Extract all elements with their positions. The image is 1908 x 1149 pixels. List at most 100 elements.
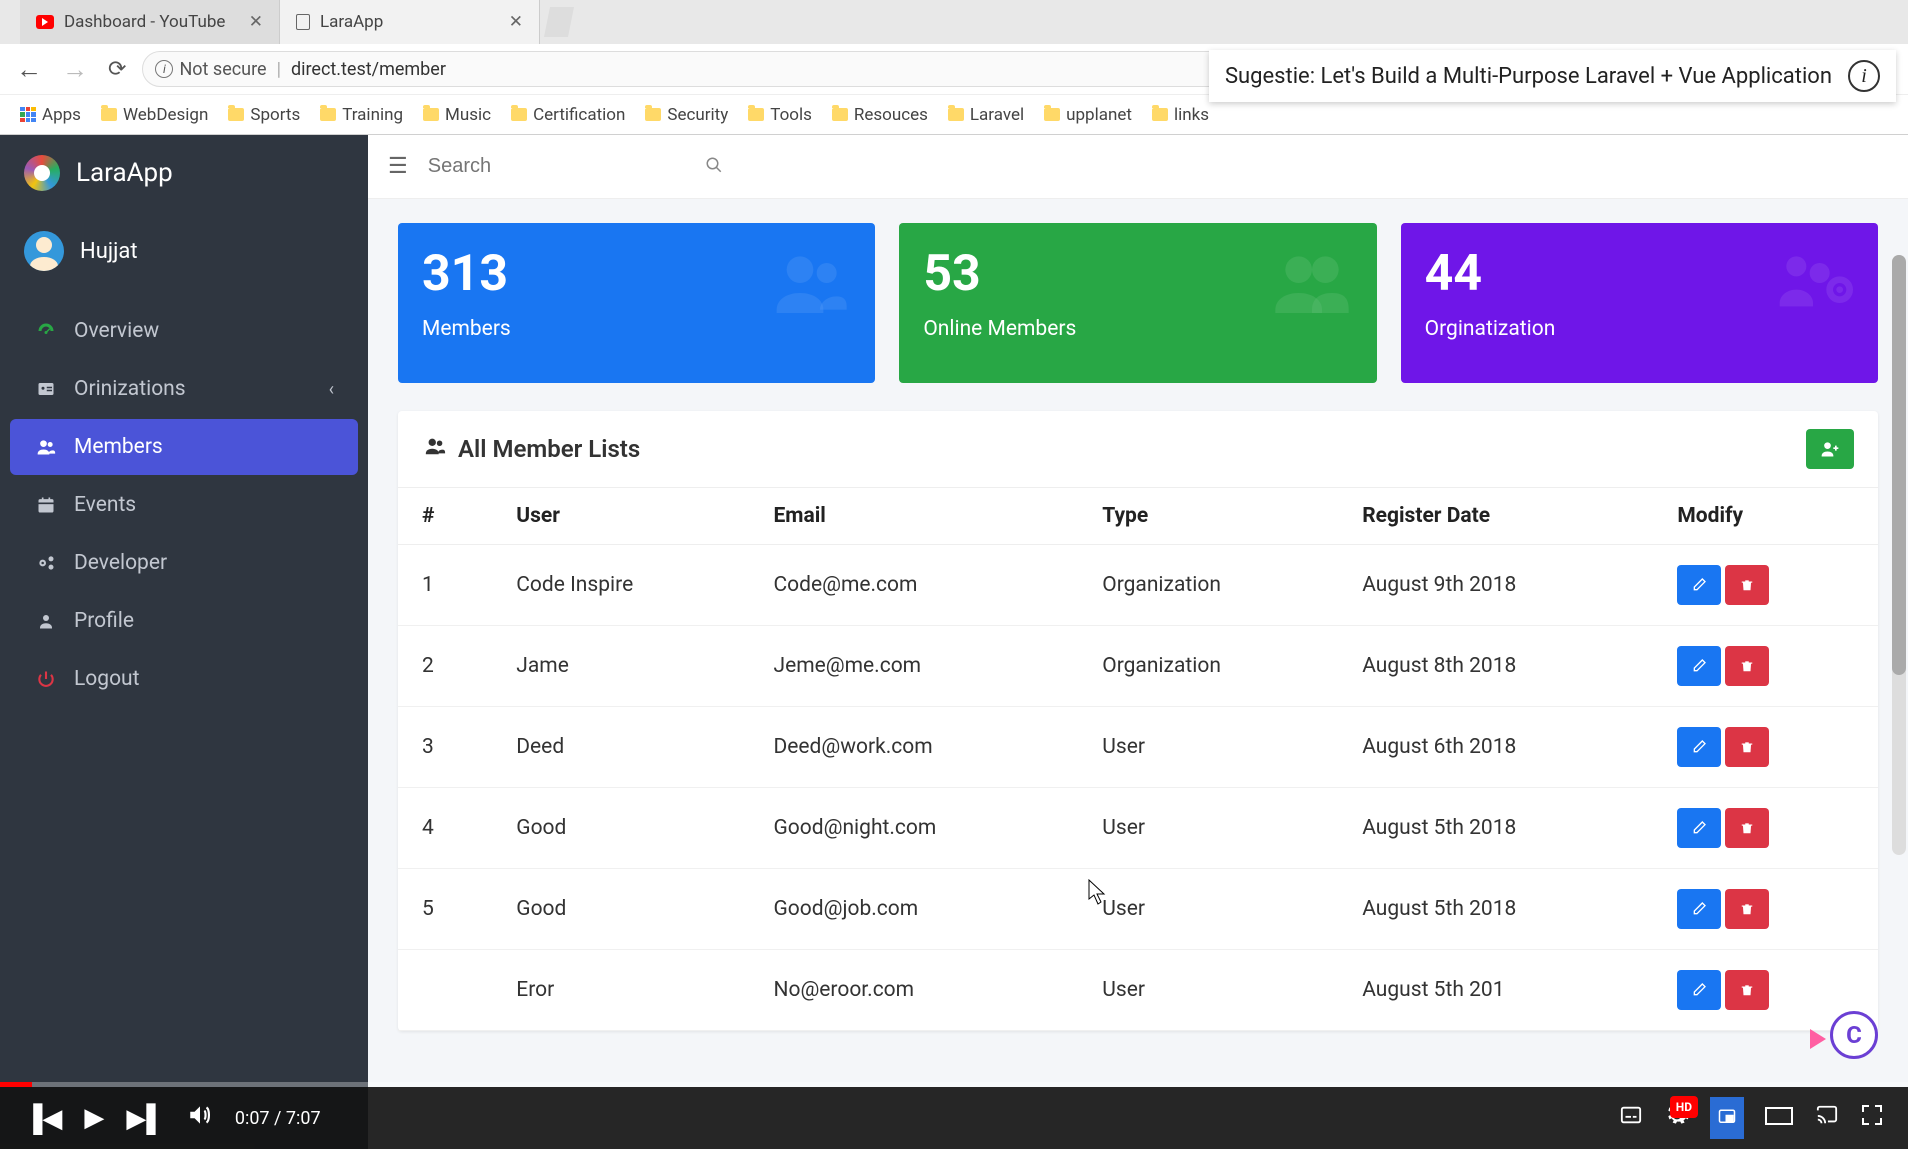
sidebar-item-events[interactable]: Events [10, 477, 358, 533]
close-icon[interactable]: ✕ [249, 12, 263, 32]
play-button[interactable]: ▶ [84, 1103, 104, 1133]
cast-button[interactable] [1814, 1103, 1840, 1133]
hd-badge: HD [1670, 1096, 1698, 1118]
sidebar-item-orinizations[interactable]: Orinizations‹ [10, 361, 358, 417]
edit-button[interactable] [1677, 565, 1721, 605]
bookmark-item[interactable]: Resouces [832, 105, 928, 125]
sidebar-item-profile[interactable]: Profile [10, 593, 358, 649]
tab-bar: Dashboard - YouTube ✕ LaraApp ✕ [0, 0, 1908, 44]
bookmark-item[interactable]: links [1152, 105, 1209, 125]
delete-button[interactable] [1725, 565, 1769, 605]
folder-icon [1044, 108, 1060, 121]
table-row: 5GoodGood@job.comUserAugust 5th 2018 [398, 869, 1878, 950]
nav-label: Events [74, 493, 136, 517]
users-icon [34, 437, 58, 457]
close-icon[interactable]: ✕ [509, 12, 523, 32]
sidebar-item-developer[interactable]: Developer [10, 535, 358, 591]
channel-badge-icon[interactable]: C [1830, 1011, 1878, 1059]
delete-button[interactable] [1725, 646, 1769, 686]
user-name: Hujjat [80, 239, 138, 264]
avatar-icon [24, 231, 64, 271]
stat-card-green[interactable]: 53Online Members [899, 223, 1376, 383]
users-icon [422, 435, 448, 463]
video-time: 0:07 / 7:07 [235, 1108, 321, 1129]
delete-button[interactable] [1725, 970, 1769, 1010]
scroll-thumb[interactable] [1892, 255, 1906, 675]
apps-icon [20, 107, 36, 123]
content: 313Members53Online Members44Orginatizati… [368, 199, 1908, 1149]
info-icon[interactable]: i [1848, 60, 1880, 92]
edit-button[interactable] [1677, 889, 1721, 929]
browser-tab-1[interactable]: LaraApp ✕ [280, 0, 540, 44]
theater-button[interactable] [1764, 1103, 1794, 1133]
cogs-icon [34, 553, 58, 573]
bookmark-item[interactable]: upplanet [1044, 105, 1132, 125]
panel-title: All Member Lists [422, 435, 640, 463]
search-input[interactable] [428, 155, 693, 178]
nav-label: Developer [74, 551, 167, 575]
dashboard-icon [34, 322, 58, 340]
edit-button[interactable] [1677, 646, 1721, 686]
edit-button[interactable] [1677, 970, 1721, 1010]
bookmark-item[interactable]: WebDesign [101, 105, 208, 125]
forward-button[interactable]: → [62, 54, 88, 85]
folder-icon [228, 108, 244, 121]
next-button[interactable]: ▶▌ [126, 1103, 164, 1134]
scrollbar[interactable] [1892, 255, 1906, 855]
play-decoration-icon [1810, 1029, 1826, 1049]
tab-title: LaraApp [320, 12, 383, 32]
delete-button[interactable] [1725, 727, 1769, 767]
bookmark-item[interactable]: Music [423, 105, 491, 125]
brand[interactable]: LaraApp [0, 135, 368, 211]
stat-card-blue[interactable]: 313Members [398, 223, 875, 383]
previous-button[interactable]: ▐◀ [24, 1103, 62, 1134]
sidebar-nav: Overview Orinizations‹Members Events Develo… [0, 291, 368, 719]
browser-tab-0[interactable]: Dashboard - YouTube ✕ [20, 0, 280, 44]
bookmark-item[interactable]: Sports [228, 105, 300, 125]
fullscreen-button[interactable] [1860, 1103, 1884, 1134]
bookmark-item[interactable]: Tools [748, 105, 812, 125]
table-row: 3DeedDeed@work.comUserAugust 6th 2018 [398, 707, 1878, 788]
nav-label: Orinizations [74, 377, 186, 401]
back-button[interactable]: ← [16, 54, 42, 85]
folder-icon [511, 108, 527, 121]
bookmark-item[interactable]: Laravel [948, 105, 1024, 125]
apps-button[interactable]: Apps [20, 105, 81, 125]
app-window: LaraApp Hujjat Overview Orinizations‹Memb… [0, 135, 1908, 1149]
delete-button[interactable] [1725, 808, 1769, 848]
miniplayer-button[interactable] [1710, 1097, 1744, 1139]
bookmark-item[interactable]: Certification [511, 105, 625, 125]
youtube-icon [36, 15, 54, 29]
stat-cards: 313Members53Online Members44Orginatizati… [398, 223, 1878, 383]
hamburger-icon[interactable]: ☰ [388, 154, 408, 179]
folder-icon [101, 108, 117, 121]
suggestion-banner[interactable]: Sugestie: Let's Build a Multi-Purpose La… [1209, 50, 1896, 102]
edit-button[interactable] [1677, 808, 1721, 848]
sidebar-item-overview[interactable]: Overview [10, 303, 358, 359]
sidebar-item-members[interactable]: Members [10, 419, 358, 475]
brand-logo-icon [24, 155, 60, 191]
search-icon[interactable] [705, 155, 723, 179]
subtitles-button[interactable] [1618, 1103, 1644, 1133]
nav-label: Overview [74, 319, 159, 343]
table-row: 2JameJeme@me.comOrganizationAugust 8th 2… [398, 626, 1878, 707]
bookmark-item[interactable]: Security [645, 105, 728, 125]
delete-button[interactable] [1725, 889, 1769, 929]
nav-label: Profile [74, 609, 134, 633]
topbar: ☰ [368, 135, 1908, 199]
bookmark-item[interactable]: Training [320, 105, 403, 125]
sidebar-user[interactable]: Hujjat [0, 211, 368, 291]
sidebar-item-logout[interactable]: Logout [10, 651, 358, 707]
add-member-button[interactable] [1806, 429, 1854, 469]
new-tab-button[interactable] [544, 7, 574, 37]
search-wrap [428, 155, 723, 179]
folder-icon [320, 108, 336, 121]
edit-button[interactable] [1677, 727, 1721, 767]
reload-button[interactable]: ⟳ [108, 57, 126, 82]
table-row: ErorNo@eroor.comUserAugust 5th 201 [398, 950, 1878, 1031]
column-header: Register Date [1338, 488, 1653, 545]
stat-card-purple[interactable]: 44Orginatization [1401, 223, 1878, 383]
settings-button[interactable]: HD [1664, 1102, 1690, 1135]
volume-button[interactable] [187, 1102, 213, 1135]
nav-label: Logout [74, 667, 140, 691]
